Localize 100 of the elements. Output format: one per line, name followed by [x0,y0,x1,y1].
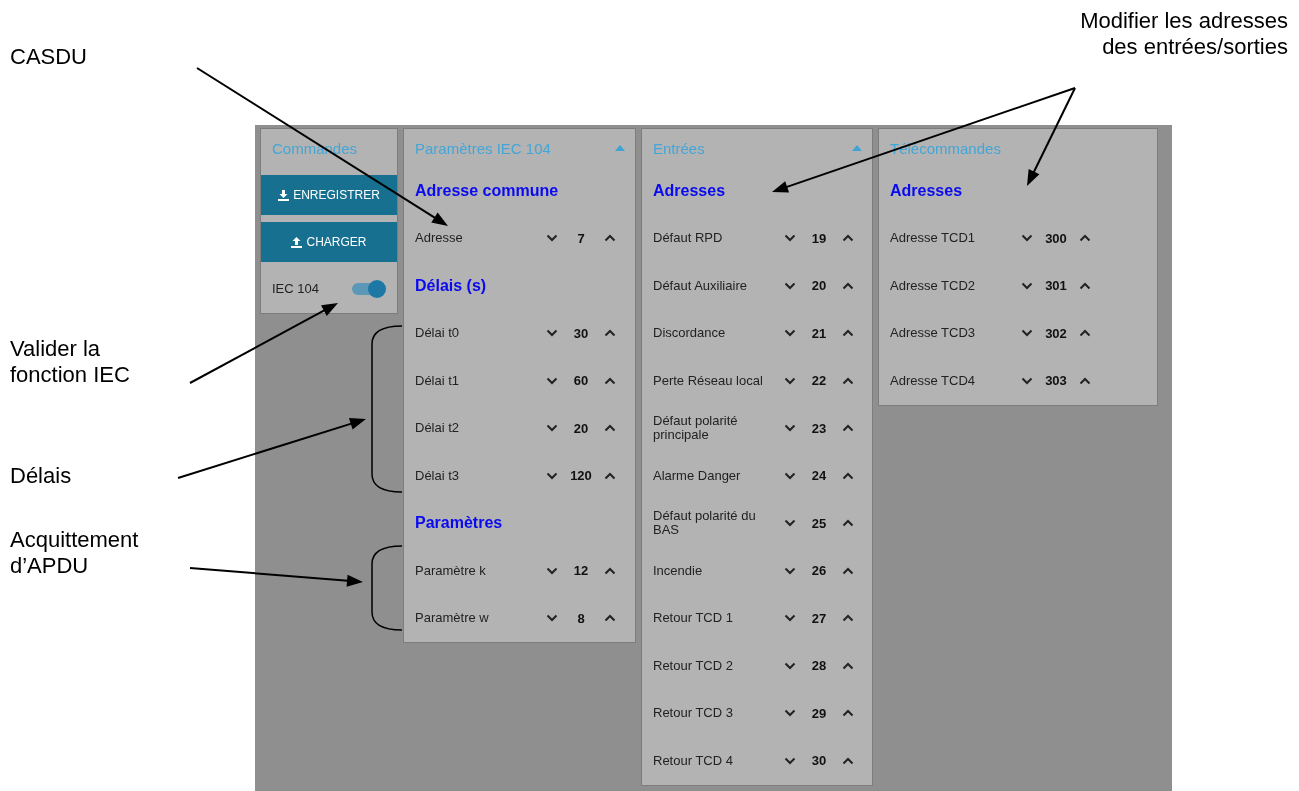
chevron-up-icon[interactable] [842,566,854,575]
chevron-up-icon[interactable] [604,424,616,433]
chevron-up-icon[interactable] [842,661,854,670]
chevron-down-icon[interactable] [546,471,558,480]
upload-icon [291,236,303,248]
chevron-up-icon[interactable] [842,709,854,718]
field-label: Incendie [653,563,704,578]
chevron-down-icon[interactable] [784,329,796,338]
callout-text: CASDU [10,44,87,71]
chevron-down-icon[interactable] [546,614,558,623]
chevron-up-icon[interactable] [604,329,616,338]
field-label: Retour TCD 3 [653,706,734,721]
section-heading: Adresses [653,181,726,200]
load-button[interactable]: CHARGER [261,222,397,262]
number-value: 23 [810,420,828,436]
chevron-up-icon[interactable] [842,281,854,290]
number-value: 302 [1044,325,1068,341]
field-label: Alarme Danger [653,468,742,483]
number-value: 30 [572,325,590,341]
chevron-up-icon[interactable] [604,614,616,623]
chevron-up-icon[interactable] [604,376,616,385]
chevron-up-icon[interactable] [1079,281,1091,290]
chevron-down-icon[interactable] [546,424,558,433]
field-label: Retour TCD 2 [653,658,734,673]
chevron-down-icon[interactable] [784,566,796,575]
chevron-down-icon[interactable] [1021,376,1033,385]
section-heading: Délais (s) [415,276,487,295]
number-value: 25 [810,515,828,531]
chevron-down-icon[interactable] [784,281,796,290]
chevron-up-icon[interactable] [842,234,854,243]
section-heading: Adresse commune [415,181,559,200]
chevron-down-icon[interactable] [546,329,558,338]
number-value: 20 [810,278,828,294]
chevron-down-icon[interactable] [784,709,796,718]
section-heading: Paramètres [415,514,503,533]
field-label: Adresse [415,231,464,246]
chevron-down-icon[interactable] [546,376,558,385]
number-value: 7 [576,230,586,246]
callout-text: Délais [10,463,72,490]
field-label: Adresse TCD1 [890,231,976,246]
field-label: Défaut Auxiliaire [653,278,748,293]
callout-text: Acquittement d’APDU [10,527,139,580]
panel-title: Entrées [653,139,705,157]
chevron-up-icon[interactable] [842,329,854,338]
panel-title: Télécommandes [890,139,1001,157]
field-label: Délai t0 [415,326,461,341]
callout-text: Valider la fonction IEC [10,336,130,389]
chevron-up-icon[interactable] [842,376,854,385]
number-value: 28 [810,658,828,674]
number-value: 120 [569,468,593,484]
chevron-up-icon[interactable] [604,566,616,575]
chevron-down-icon[interactable] [784,424,796,433]
chevron-up-icon[interactable] [604,234,616,243]
chevron-up-icon[interactable] [604,471,616,480]
field-label: Discordance [653,326,727,341]
chevron-up-icon[interactable] [1079,376,1091,385]
number-value: 20 [572,420,590,436]
chevron-down-icon[interactable] [784,661,796,670]
chevron-up-icon[interactable] [842,614,854,623]
chevron-down-icon[interactable] [784,471,796,480]
chevron-down-icon[interactable] [784,234,796,243]
download-icon [278,189,290,201]
field-label: Adresse TCD2 [890,278,976,293]
chevron-down-icon[interactable] [784,376,796,385]
chevron-up-icon[interactable] [842,424,854,433]
chevron-down-icon[interactable] [1021,234,1033,243]
number-value: 27 [810,610,828,626]
chevron-down-icon[interactable] [546,566,558,575]
number-value: 303 [1044,373,1068,389]
toggle-label: IEC 104 [272,281,319,297]
number-value: 29 [810,705,828,721]
number-value: 21 [810,325,828,341]
chevron-down-icon[interactable] [784,756,796,765]
field-label: Défaut RPD [653,231,724,246]
field-label: Délai t1 [415,373,461,388]
chevron-down-icon[interactable] [1021,329,1033,338]
field-label: Délai t3 [415,468,461,483]
field-label: Adresse TCD4 [890,373,976,388]
number-value: 22 [810,373,828,389]
field-label: Défaut polarité principale [653,413,739,443]
field-label: Paramètre w [415,611,490,626]
panel-title: Paramètres IEC 104 [415,139,551,157]
chevron-up-icon[interactable] [842,756,854,765]
chevron-down-icon[interactable] [784,519,796,528]
chevron-up-icon[interactable] [842,471,854,480]
save-button[interactable]: ENREGISTRER [261,175,397,215]
chevron-down-icon[interactable] [546,234,558,243]
number-value: 60 [572,373,590,389]
number-value: 26 [810,563,828,579]
field-label: Retour TCD 1 [653,611,734,626]
chevron-down-icon[interactable] [1021,281,1033,290]
chevron-down-icon[interactable] [784,614,796,623]
number-value: 12 [572,563,590,579]
chevron-up-icon[interactable] [842,519,854,528]
chevron-up-icon[interactable] [1079,329,1091,338]
number-value: 8 [576,610,586,626]
field-label: Retour TCD 4 [653,753,734,768]
toggle-switch[interactable] [352,283,384,295]
chevron-up-icon[interactable] [1079,234,1091,243]
number-value: 300 [1044,230,1068,246]
